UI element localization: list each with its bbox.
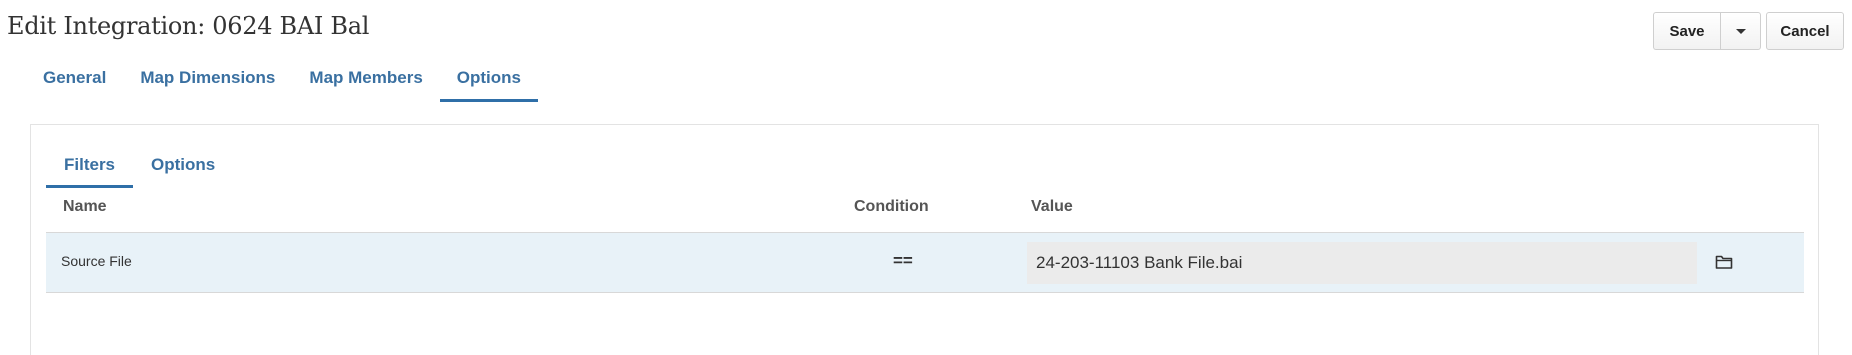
subtab-options[interactable]: Options: [133, 151, 233, 188]
save-button[interactable]: Save: [1653, 12, 1720, 50]
column-header-name: Name: [63, 198, 107, 215]
browse-button[interactable]: [1710, 248, 1738, 276]
page-title: Edit Integration: 0624 BAI Bal: [7, 12, 370, 40]
tab-general[interactable]: General: [26, 60, 123, 102]
sub-tab-bar: Filters Options: [46, 151, 233, 188]
tab-map-members[interactable]: Map Members: [292, 60, 439, 102]
options-panel: Filters Options Name Condition Value Sou…: [30, 124, 1819, 355]
tab-map-dimensions[interactable]: Map Dimensions: [123, 60, 292, 102]
table-row[interactable]: Source File ==: [46, 233, 1804, 293]
action-bar: Save Cancel: [1653, 12, 1844, 50]
caret-down-icon: [1735, 28, 1746, 34]
filters-table: Name Condition Value Source File ==: [46, 188, 1804, 293]
table-header: Name Condition Value: [46, 188, 1804, 233]
filter-name-cell: Source File: [61, 253, 132, 269]
folder-icon: [1715, 255, 1733, 269]
main-tab-bar: General Map Dimensions Map Members Optio…: [26, 60, 539, 102]
filter-condition-cell: ==: [893, 251, 913, 270]
column-header-value: Value: [1031, 198, 1073, 215]
save-options-button[interactable]: [1720, 12, 1761, 50]
subtab-filters[interactable]: Filters: [46, 151, 134, 188]
tab-options[interactable]: Options: [439, 60, 539, 102]
filter-value-input[interactable]: [1027, 242, 1697, 284]
cancel-button[interactable]: Cancel: [1766, 12, 1844, 50]
column-header-condition: Condition: [854, 198, 929, 215]
